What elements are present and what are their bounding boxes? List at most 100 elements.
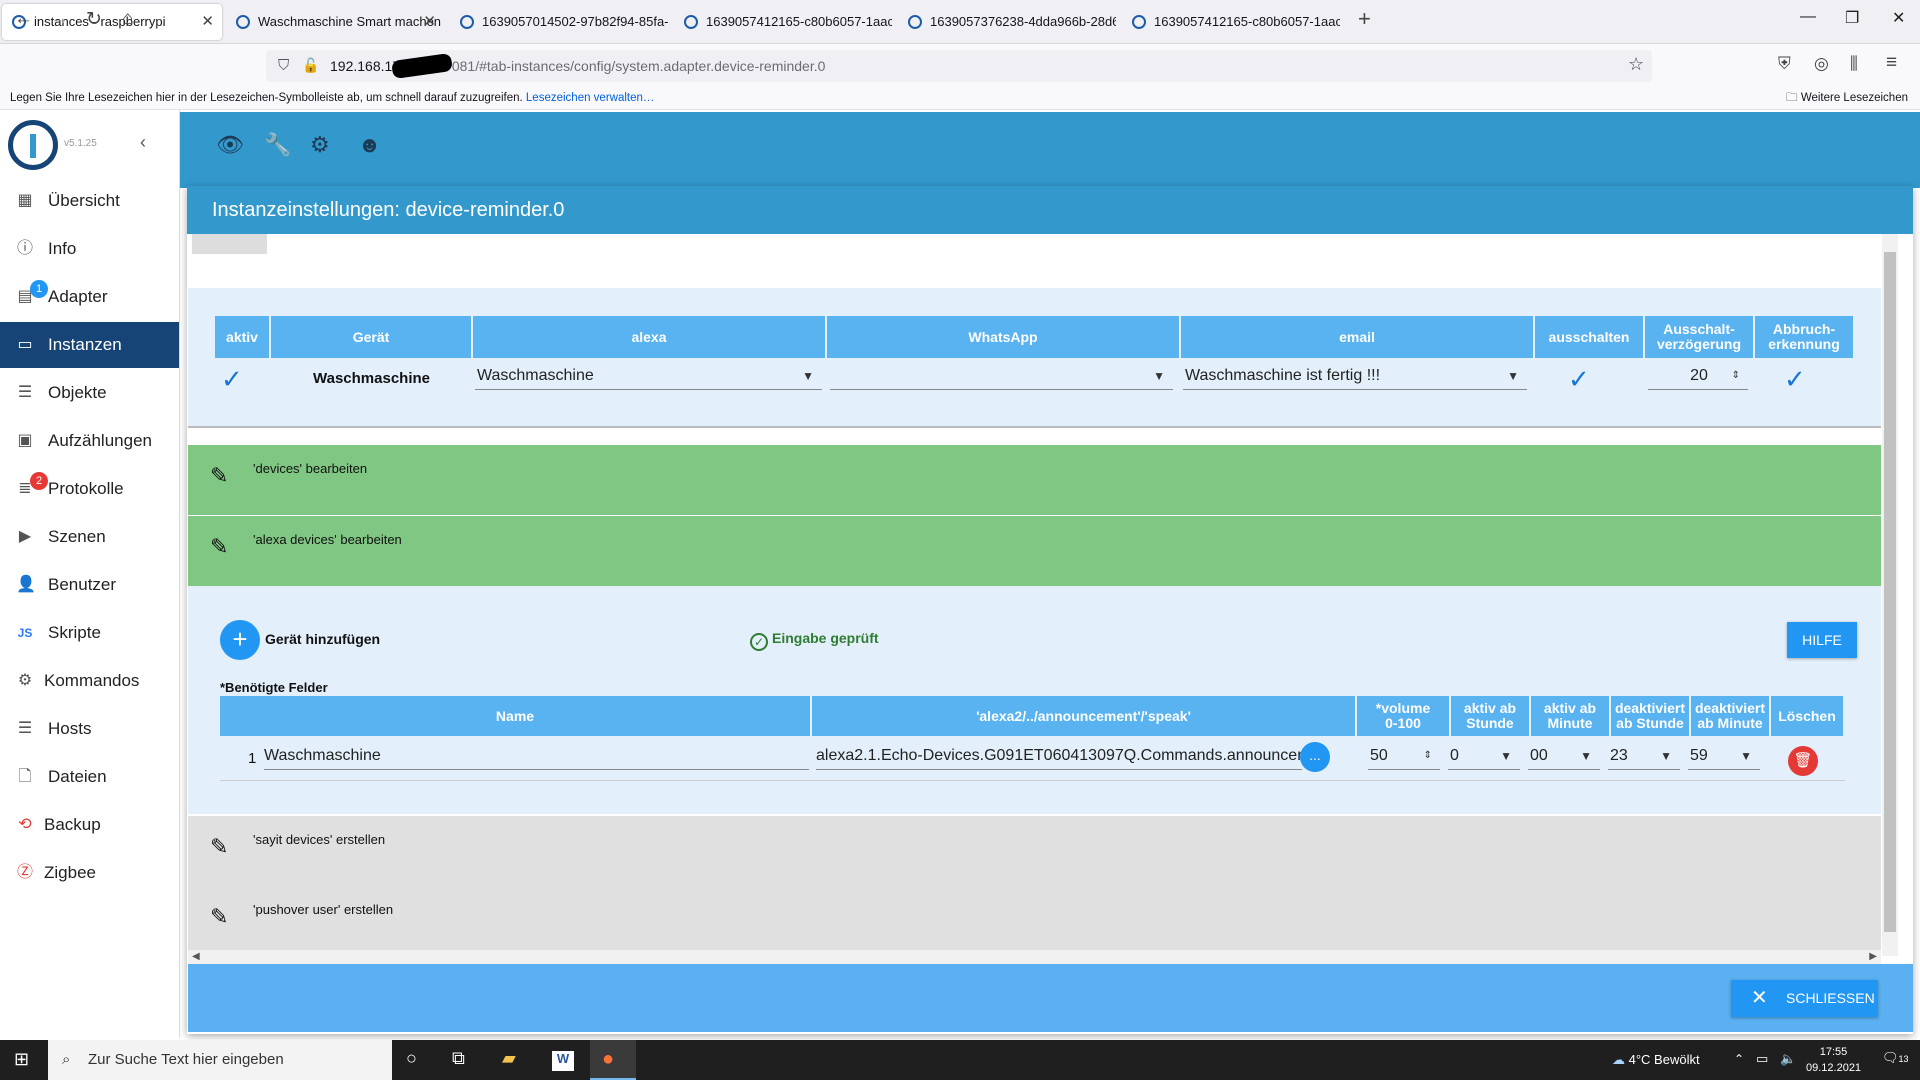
tab-image-3[interactable]: 1639057376238-4dda966b-28d6	[898, 4, 1116, 40]
sidebar-item-instanzen[interactable]: ▭ Instanzen	[0, 322, 179, 368]
ausschalten-checkbox[interactable]: ✓	[1568, 364, 1590, 395]
sidebar-item-benutzer[interactable]: 👤 Benutzer	[0, 562, 179, 608]
lock-icon[interactable]: 🔓	[302, 57, 319, 74]
volume-icon[interactable]: 🔈	[1780, 1051, 1796, 1067]
expert-mode-icon[interactable]: ☻	[358, 132, 381, 158]
menu-icon[interactable]: ≡	[1886, 52, 1897, 74]
app-toolbar	[180, 112, 1920, 188]
scrollbar-thumb[interactable]	[1884, 252, 1896, 932]
other-bookmarks[interactable]: 🗀 Weitere Lesezeichen	[1786, 86, 1908, 110]
sidebar-item-backup[interactable]: ⟲ Backup	[0, 802, 179, 848]
section-sayit-devices[interactable]: ✎'sayit devices' erstellen	[188, 816, 1881, 886]
sidebar-item-kommandos[interactable]: ⚙ Kommandos	[0, 658, 179, 704]
word-icon[interactable]: W	[552, 1051, 574, 1071]
stepper-icon[interactable]: ⇕	[1732, 362, 1740, 390]
active-minute-select[interactable]: 00 ▼	[1528, 742, 1600, 770]
reload-icon[interactable]: ↻	[86, 8, 102, 31]
info-icon: ⓘ	[16, 240, 33, 257]
sidebar-item-objekte[interactable]: ☰ Objekte	[0, 370, 179, 416]
shield-icon[interactable]: ⛉	[278, 57, 289, 74]
row-divider	[220, 780, 1845, 781]
firefox-icon: ●	[602, 1048, 615, 1070]
tab-image-2[interactable]: 1639057412165-c80b6057-1aac-	[674, 4, 892, 40]
eye-icon[interactable]: 👁	[216, 132, 244, 158]
restore-icon[interactable]: ❐	[1845, 8, 1859, 28]
sidebar-item-hosts[interactable]: ☰ Hosts	[0, 706, 179, 752]
sidebar-item-info[interactable]: ⓘ Info	[0, 226, 179, 272]
stepper-icon[interactable]: ⇕	[1424, 742, 1432, 770]
task-view-icon[interactable]: ⧉	[452, 1048, 465, 1069]
pencil-icon: ✎	[210, 834, 229, 859]
pocket-icon[interactable]: ⛨	[1778, 54, 1791, 74]
col-deact-minute: deaktiviert ab Minute	[1691, 696, 1769, 736]
delay-input[interactable]: 20 ⇕	[1648, 362, 1748, 390]
scroll-left-icon[interactable]: ◀	[192, 951, 200, 962]
dropdown-arrow-icon: ▼	[1500, 749, 1512, 763]
tab-image-4[interactable]: 1639057412165-c80b6057-1aac-	[1122, 4, 1340, 40]
file-explorer-icon[interactable]: ▰	[502, 1048, 516, 1069]
close-tab-icon[interactable]: ✕	[201, 4, 214, 40]
sidebar-item-protokolle[interactable]: ≣ 2 Protokolle	[0, 466, 179, 512]
url-bar[interactable]: 192.168.178 081/#tab-instances/config/sys…	[266, 50, 1652, 82]
scroll-right-icon[interactable]: ▶	[1869, 951, 1877, 962]
settings-icon[interactable]: ⚙	[310, 132, 330, 158]
cortana-icon[interactable]: ○	[406, 1048, 417, 1069]
home-icon[interactable]: ⌂	[122, 8, 133, 30]
alexa-select[interactable]: Waschmaschine ▼	[475, 362, 822, 390]
collapse-sidebar-icon[interactable]: ‹	[140, 132, 146, 153]
window-close-icon[interactable]: ✕	[1892, 8, 1905, 28]
shield-check-icon[interactable]: ◎	[1814, 54, 1829, 74]
help-button[interactable]: HILFE	[1787, 622, 1857, 658]
bookmark-star-icon[interactable]: ☆	[1628, 54, 1644, 75]
email-select[interactable]: Waschmaschine ist fertig !!! ▼	[1183, 362, 1527, 390]
volume-input[interactable]: 50 ⇕	[1368, 742, 1440, 770]
wrench-icon[interactable]: 🔧	[264, 132, 291, 158]
windows-start-icon[interactable]: ⊞	[14, 1049, 29, 1070]
whatsapp-select[interactable]: ▼	[830, 362, 1173, 390]
sidebar-item-adapter[interactable]: ▤ 1 Adapter	[0, 274, 179, 320]
sidebar-item-uebersicht[interactable]: ▦ Übersicht	[0, 178, 179, 224]
library-icon[interactable]: ⫼	[1850, 54, 1858, 74]
network-icon[interactable]: ▭	[1756, 1051, 1768, 1067]
sidebar-item-aufzaehlungen[interactable]: ▣ Aufzählungen	[0, 418, 179, 464]
tab-image-1[interactable]: 1639057014502-97b82f94-85fa-4	[450, 4, 668, 40]
sidebar-item-dateien[interactable]: 🗋 Dateien	[0, 754, 179, 800]
minimize-icon[interactable]: —	[1800, 8, 1816, 26]
col-alexa: alexa	[473, 316, 825, 358]
add-device-button[interactable]: +	[220, 620, 260, 660]
section-alexa-devices[interactable]: ✎'alexa devices' bearbeiten	[188, 516, 1881, 586]
tray-chevron-icon[interactable]: ⌃	[1734, 1052, 1744, 1066]
forward-icon[interactable]: →	[50, 8, 69, 30]
row-index: 1	[248, 750, 257, 767]
new-tab-icon[interactable]: +	[1358, 6, 1371, 32]
firefox-taskbar-item[interactable]: ●	[590, 1040, 636, 1080]
sidebar-item-zigbee[interactable]: Ⓩ Zigbee	[0, 850, 179, 896]
horizontal-scrollbar[interactable]: ◀ ▶	[188, 950, 1881, 964]
select-object-button[interactable]: ...	[1300, 742, 1330, 772]
col-speak: 'alexa2/../announcement'/'speak'	[812, 696, 1355, 736]
speak-input[interactable]: alexa2.1.Echo-Devices.G091ET060413097Q.C…	[816, 742, 1302, 770]
delete-row-button[interactable]: 🗑	[1788, 746, 1818, 776]
sidebar-item-szenen[interactable]: ▶ Szenen	[0, 514, 179, 560]
name-input[interactable]: Waschmaschine	[264, 742, 809, 770]
notifications-icon[interactable]: 🗨13	[1882, 1050, 1909, 1066]
system-clock[interactable]: 17:55 09.12.2021	[1806, 1044, 1861, 1076]
close-tab-icon[interactable]: ✕	[423, 4, 436, 40]
section-devices[interactable]: ✎'devices' bearbeiten	[188, 445, 1881, 515]
tab-waschmaschine[interactable]: Waschmaschine Smart machen ✕	[226, 4, 444, 40]
tab-instances[interactable]: instances - raspberrypi ✕	[2, 4, 222, 40]
taskbar-search[interactable]: ⌕ Zur Suche Text hier eingeben	[48, 1040, 392, 1080]
close-button[interactable]: ✕ SCHLIESSEN	[1731, 980, 1878, 1017]
abbruch-checkbox[interactable]: ✓	[1784, 364, 1806, 395]
col-active-minute: aktiv ab Minute	[1531, 696, 1609, 736]
deact-minute-select[interactable]: 59 ▼	[1688, 742, 1760, 770]
sidebar-item-skripte[interactable]: JS Skripte	[0, 610, 179, 656]
deact-hour-select[interactable]: 23 ▼	[1608, 742, 1680, 770]
back-icon[interactable]: ←	[14, 8, 33, 30]
manage-bookmarks-link[interactable]: Lesezeichen verwalten…	[526, 92, 655, 104]
col-abbrucherkennung: Abbruch-erkennung	[1755, 316, 1853, 358]
aktiv-checkbox[interactable]: ✓	[221, 364, 243, 395]
weather-widget[interactable]: ☁ 4°C Bewölkt	[1612, 1052, 1700, 1068]
section-pushover-user[interactable]: ✎'pushover user' erstellen	[188, 886, 1881, 950]
active-hour-select[interactable]: 0 ▼	[1448, 742, 1520, 770]
